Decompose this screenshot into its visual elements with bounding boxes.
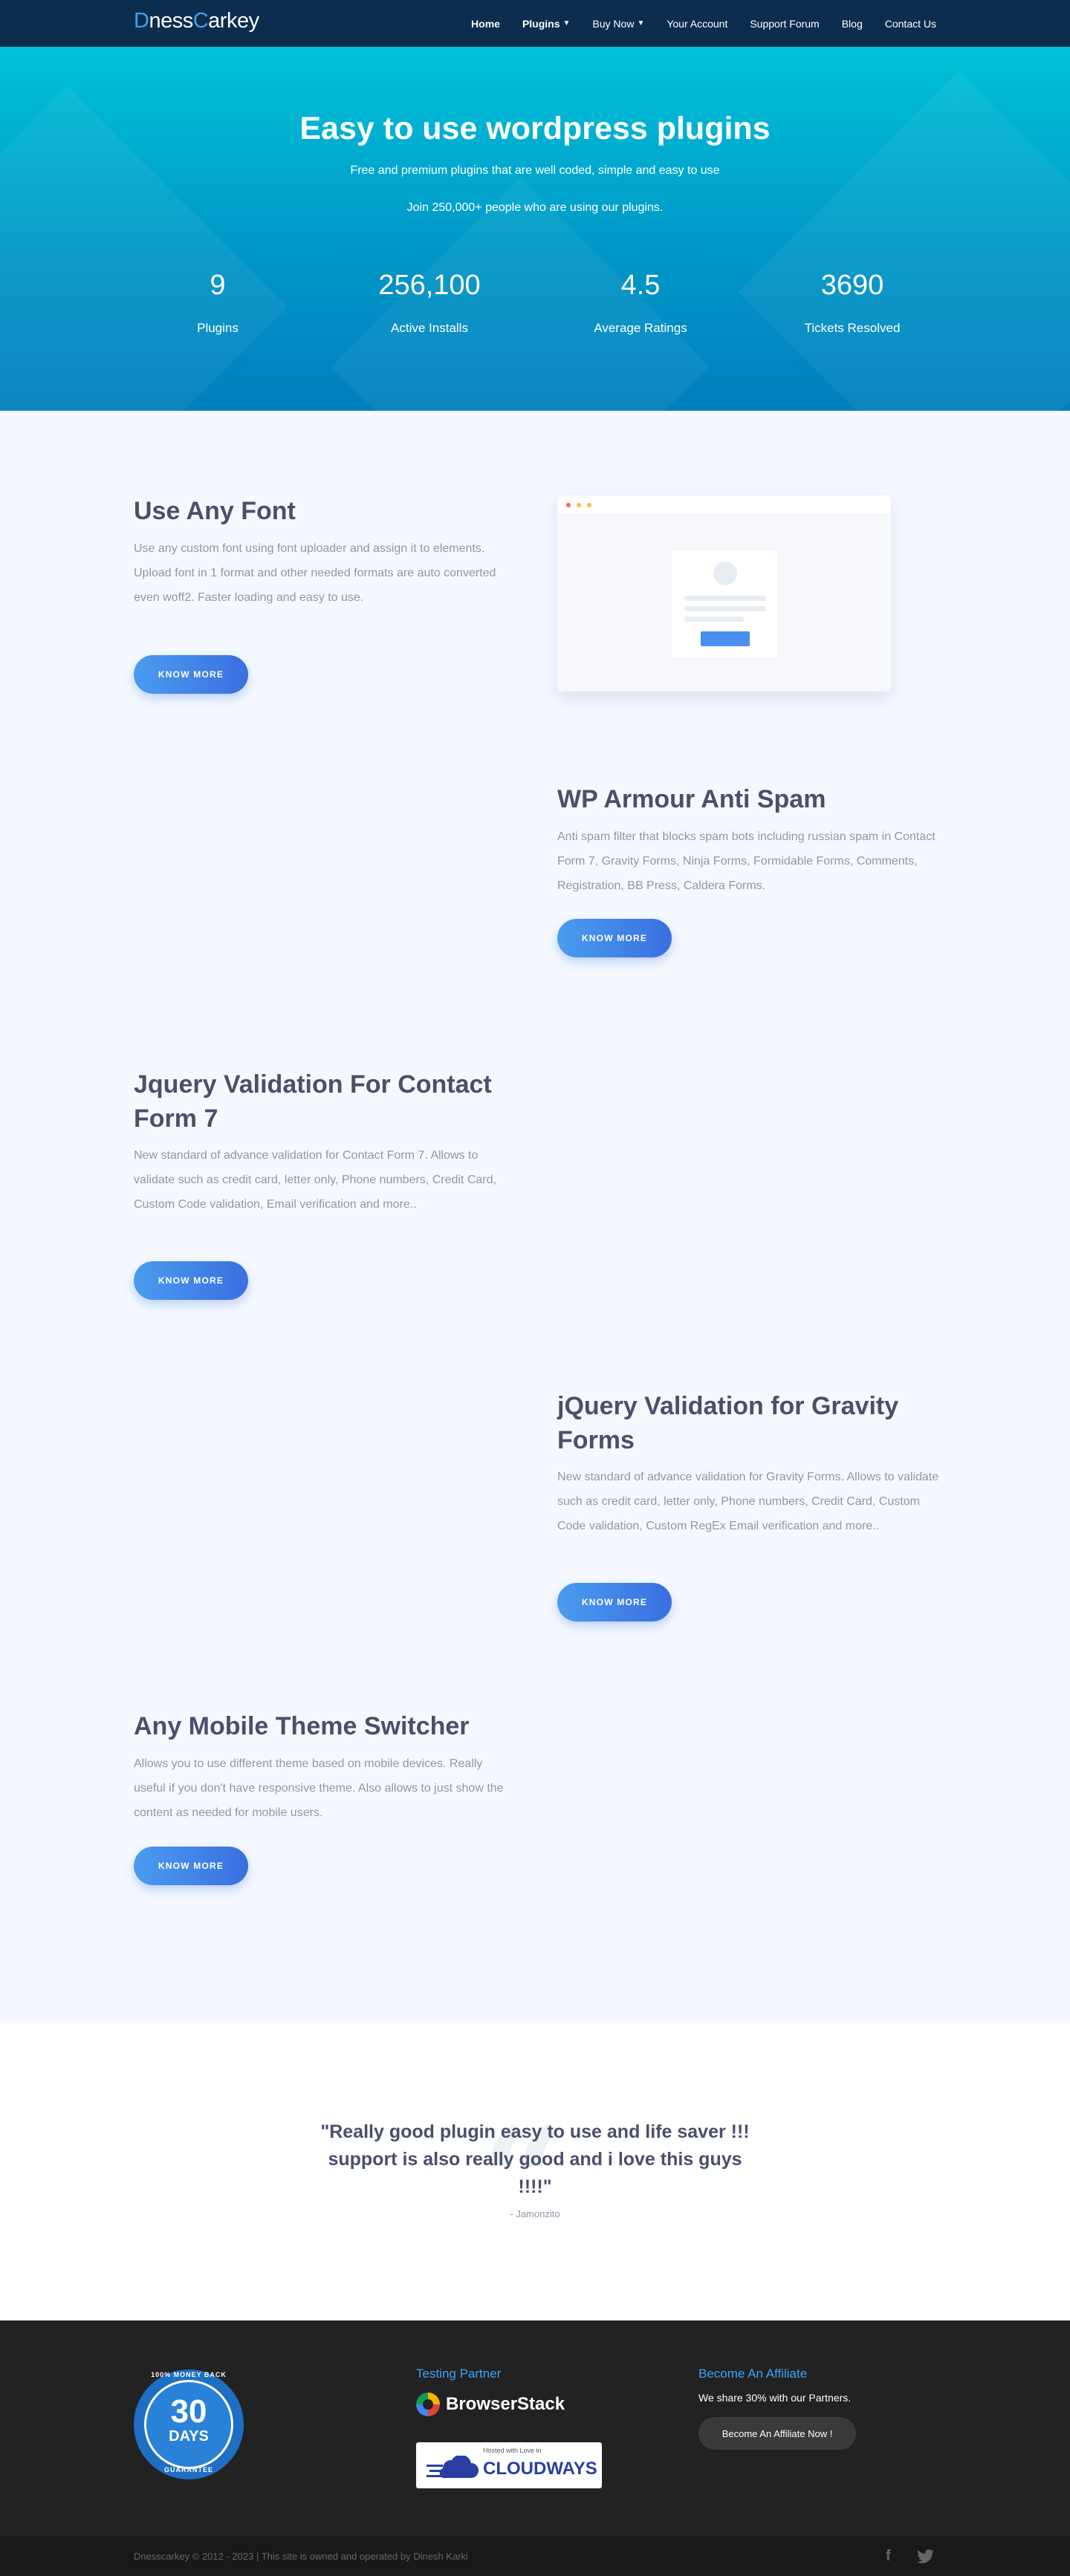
stat-active-installs: 256,100 Active Installs <box>318 270 541 336</box>
feature-title-mobile-theme: Any Mobile Theme Switcher <box>134 1712 470 1740</box>
top-navigation: DnessCarkey Home Plugins ▼ Buy Now ▼ Your … <box>0 0 1070 47</box>
mock-line <box>684 606 766 611</box>
menu-label: Support Forum <box>750 17 820 30</box>
avatar-placeholder-icon <box>713 562 737 585</box>
chevron-down-icon: ▼ <box>562 19 571 27</box>
stat-label: Tickets Resolved <box>804 321 901 335</box>
close-dot-icon <box>566 503 571 507</box>
feature-title-use-any-font: Use Any Font <box>134 497 296 525</box>
testimonial-section: “ "Really good plugin easy to use and li… <box>0 2023 1070 2320</box>
main-menu: Home Plugins ▼ Buy Now ▼ Your Account Supp… <box>471 0 936 47</box>
menu-item-home[interactable]: Home <box>471 18 500 30</box>
browser-bar <box>557 495 891 515</box>
affiliate-text: We share 30% with our Partners. <box>698 2392 852 2404</box>
badge-inner-circle: 30 DAYS <box>144 2380 233 2469</box>
menu-label: Home <box>471 17 500 30</box>
hero-section: Easy to use wordpress plugins Free and p… <box>0 47 1070 411</box>
feature-desc-wp-armour: Anti spam filter that blocks spam bots i… <box>557 830 936 892</box>
browserstack-logo[interactable]: BrowserStack <box>416 2392 565 2417</box>
testing-partner-heading: Testing Partner <box>416 2367 502 2381</box>
mock-line <box>684 596 766 601</box>
menu-item-blog[interactable]: Blog <box>842 18 863 30</box>
browserstack-icon <box>416 2393 440 2416</box>
twitter-icon[interactable] <box>917 2549 935 2564</box>
facebook-icon[interactable]: f <box>886 2548 891 2565</box>
badge-bottom-text: GUARANTEE <box>163 2466 213 2473</box>
menu-label: Contact Us <box>884 17 936 30</box>
footer-bottom-bar: Dnesscarkey © 2012 - 2023 | This site is… <box>0 2536 1070 2576</box>
feature-desc-mobile-theme: Allows you to use different theme based … <box>134 1757 504 1819</box>
feature-title-wp-armour: WP Armour Anti Spam <box>557 785 826 813</box>
testimonial-author: - Jamonzito <box>510 2208 560 2219</box>
logo-text-ness: ness <box>149 9 193 33</box>
affiliate-heading: Become An Affiliate <box>698 2367 808 2381</box>
feature-desc-jquery-cf7: New standard of advance validation for C… <box>134 1149 496 1211</box>
footer: 100% MONEY BACK 30 DAYS GUARANTEE Testin… <box>0 2320 1070 2536</box>
menu-label: Plugins <box>522 17 560 30</box>
menu-label: Buy Now <box>592 17 635 30</box>
know-more-button-mobile-theme[interactable]: KNOW MORE <box>134 1847 248 1885</box>
menu-item-plugins[interactable]: Plugins ▼ <box>522 18 570 30</box>
know-more-button-use-any-font[interactable]: KNOW MORE <box>134 655 248 694</box>
cloudways-tagline: Hosted with Love in <box>483 2447 542 2454</box>
hero-title: Easy to use wordpress plugins <box>299 111 771 146</box>
feature-title-jquery-cf7: Jquery Validation For Contact Form 7 <box>134 1070 492 1133</box>
feature-desc-jquery-gravity: New standard of advance validation for G… <box>557 1471 939 1532</box>
mock-form-card <box>670 549 779 659</box>
know-more-button-jquery-cf7[interactable]: KNOW MORE <box>134 1261 248 1300</box>
menu-label: Blog <box>841 17 863 30</box>
browserstack-text: BrowserStack <box>446 2394 565 2414</box>
stat-label: Plugins <box>197 321 239 335</box>
mock-submit-button <box>701 631 750 646</box>
minimize-dot-icon <box>577 503 581 507</box>
site-logo[interactable]: DnessCarkey <box>134 9 259 33</box>
cloudways-logo[interactable]: Hosted with Love in CLOUDWAYS <box>416 2442 602 2488</box>
mock-line <box>684 617 744 622</box>
testimonial-quote: "Really good plugin easy to use and life… <box>320 2121 750 2197</box>
maximize-dot-icon <box>587 503 591 507</box>
stat-number: 9 <box>210 270 226 301</box>
menu-item-buy-now[interactable]: Buy Now ▼ <box>592 18 644 30</box>
badge-number: 30 <box>170 2393 207 2430</box>
know-more-button-wp-armour[interactable]: KNOW MORE <box>557 919 672 957</box>
chevron-down-icon: ▼ <box>637 19 645 27</box>
badge-days: DAYS <box>169 2428 209 2445</box>
badge-top-text: 100% MONEY BACK <box>151 2371 227 2378</box>
stat-label: Active Installs <box>391 321 468 335</box>
hero-subtitle: Free and premium plugins that are well c… <box>350 164 720 177</box>
menu-item-contact-us[interactable]: Contact Us <box>885 18 936 30</box>
stat-number: 256,100 <box>378 270 481 301</box>
cloudways-cloud-icon <box>427 2456 479 2478</box>
money-back-guarantee-badge: 100% MONEY BACK 30 DAYS GUARANTEE <box>134 2370 244 2479</box>
font-uploader-screenshot <box>557 495 891 692</box>
stat-tickets-resolved: 3690 Tickets Resolved <box>741 270 964 336</box>
become-affiliate-button[interactable]: Become An Affiliate Now ! <box>698 2417 856 2450</box>
feature-title-jquery-gravity: jQuery Validation for Gravity Forms <box>557 1392 899 1454</box>
cloudways-text: CLOUDWAYS <box>483 2459 597 2479</box>
menu-item-your-account[interactable]: Your Account <box>667 18 727 30</box>
stat-number: 4.5 <box>620 270 661 301</box>
stat-number: 3690 <box>820 270 884 301</box>
copyright-text: Dnesscarkey © 2012 - 2023 | This site is… <box>134 2551 468 2562</box>
menu-item-support-forum[interactable]: Support Forum <box>750 18 819 30</box>
hero-join-text: Join 250,000+ people who are using our p… <box>406 201 664 214</box>
logo-letter-c: C <box>192 9 209 33</box>
stat-plugins: 9 Plugins <box>106 270 329 336</box>
logo-letter-d: D <box>134 9 149 33</box>
stat-average-ratings: 4.5 Average Ratings <box>529 270 752 336</box>
stat-label: Average Ratings <box>594 321 687 335</box>
menu-label: Your Account <box>667 17 728 30</box>
feature-desc-use-any-font: Use any custom font using font uploader … <box>134 542 496 604</box>
logo-text-arkey: arkey <box>208 9 259 33</box>
know-more-button-jquery-gravity[interactable]: KNOW MORE <box>557 1583 672 1622</box>
